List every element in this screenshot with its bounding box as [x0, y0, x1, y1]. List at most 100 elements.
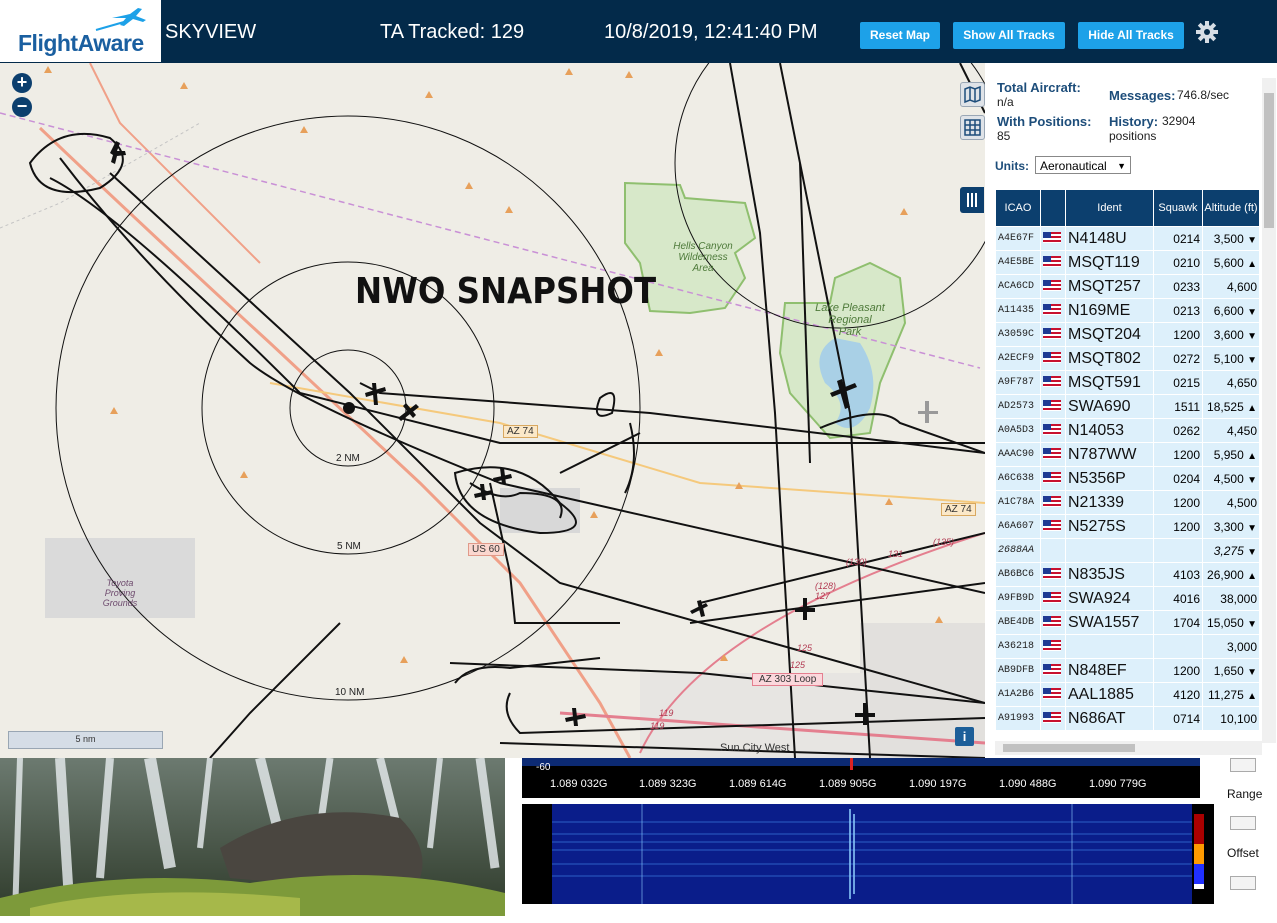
- ident-cell: [1066, 539, 1153, 562]
- gear-icon[interactable]: [1195, 20, 1219, 44]
- history-value: 32904: [1162, 114, 1196, 128]
- table-row[interactable]: A9F787 MSQT591 0215 4,650: [996, 371, 1259, 394]
- altitude-trend-icon: ▲: [1247, 258, 1257, 270]
- table-row[interactable]: A6A607 N5275S 1200 3,300 ▼: [996, 515, 1259, 538]
- icao-cell: A9F787: [996, 371, 1040, 394]
- info-icon[interactable]: i: [955, 727, 974, 746]
- wilderness-label: Hells Canyon Wilderness Area: [673, 241, 733, 274]
- map-layers-icon[interactable]: [960, 82, 985, 107]
- table-row[interactable]: A11435 N169ME 0213 6,600 ▼: [996, 299, 1259, 322]
- exit-label: (128): [815, 581, 837, 591]
- table-row[interactable]: ACA6CD MSQT257 0233 4,600: [996, 275, 1259, 298]
- squawk-cell: 1200: [1154, 443, 1202, 466]
- table-row[interactable]: AB6BC6 N835JS 4103 26,900 ▲: [996, 563, 1259, 586]
- waterfall-photo: [0, 758, 505, 916]
- route-label-az74-east: AZ 74: [941, 503, 976, 516]
- db-label: -60: [536, 762, 551, 773]
- icao-cell: 2688AA: [996, 539, 1040, 562]
- zoom-in-button[interactable]: +: [12, 73, 32, 93]
- altitude-trend-icon: ▼: [1247, 330, 1257, 342]
- table-row[interactable]: A4E5BE MSQT119 0210 5,600 ▲: [996, 251, 1259, 274]
- flag-cell: [1041, 323, 1065, 346]
- us-flag-icon: [1043, 351, 1061, 363]
- ident-cell: [1066, 635, 1153, 658]
- exit-label: 119: [659, 708, 674, 718]
- altitude-cell: 6,600 ▼: [1203, 299, 1259, 322]
- flag-cell: [1041, 299, 1065, 322]
- table-row[interactable]: A1A2B6 AAL1885 4120 11,275 ▲: [996, 683, 1259, 706]
- freq-tick-label: 1.089 614G: [729, 778, 787, 790]
- us-flag-icon: [1043, 375, 1061, 387]
- table-row[interactable]: A4E67F N4148U 0214 3,500 ▼: [996, 227, 1259, 250]
- flag-cell: [1041, 275, 1065, 298]
- altitude-cell: 4,650: [1203, 371, 1259, 394]
- icao-cell: AD2573: [996, 395, 1040, 418]
- table-row[interactable]: A9FB9D SWA924 4016 38,000: [996, 587, 1259, 610]
- table-row[interactable]: AB9DFB N848EF 1200 1,650 ▼: [996, 659, 1259, 682]
- flightaware-logo[interactable]: FlightAware: [0, 0, 161, 62]
- scrollbar-thumb[interactable]: [1264, 93, 1274, 228]
- show-all-tracks-button[interactable]: Show All Tracks: [953, 22, 1065, 49]
- hide-all-tracks-button[interactable]: Hide All Tracks: [1078, 22, 1184, 49]
- range-slider-handle[interactable]: [1230, 758, 1256, 772]
- vertical-scrollbar[interactable]: [1262, 78, 1276, 743]
- freq-tick-label: 1.089 032G: [550, 778, 608, 790]
- squawk-cell: [1154, 539, 1202, 562]
- table-row[interactable]: A1C78A N21339 1200 4,500: [996, 491, 1259, 514]
- table-row[interactable]: AD2573 SWA690 1511 18,525 ▲: [996, 395, 1259, 418]
- table-row[interactable]: ABE4DB SWA1557 1704 15,050 ▼: [996, 611, 1259, 634]
- squawk-cell: 1200: [1154, 491, 1202, 514]
- flag-cell: [1041, 419, 1065, 442]
- table-row[interactable]: A36218 3,000: [996, 635, 1259, 658]
- proving-grounds-label: Toyota Proving Grounds: [102, 578, 138, 608]
- column-header-icao[interactable]: ICAO: [996, 190, 1040, 226]
- icao-cell: A9FB9D: [996, 587, 1040, 610]
- exit-label: 131: [888, 549, 904, 559]
- us-flag-icon: [1043, 303, 1061, 315]
- column-header-altitude[interactable]: Altitude (ft): [1203, 190, 1259, 226]
- altitude-value: 18,525: [1207, 399, 1244, 414]
- freq-tick-label: 1.090 197G: [909, 778, 967, 790]
- altitude-cell: 38,000: [1203, 587, 1259, 610]
- table-header-row: ICAO Ident Squawk Altitude (ft): [996, 190, 1259, 226]
- altitude-trend-icon: ▲: [1247, 450, 1257, 462]
- freq-tick-label: 1.089 905G: [819, 778, 877, 790]
- table-row[interactable]: AAAC90 N787WW 1200 5,950 ▲: [996, 443, 1259, 466]
- altitude-value: 1,650: [1213, 663, 1244, 678]
- map-view[interactable]: NWO SNAPSHOT 2 NM 5 NM 10 NM Hells Canyo…: [0, 63, 985, 758]
- gain-slider-handle[interactable]: [1230, 876, 1256, 890]
- table-row[interactable]: A2ECF9 MSQT802 0272 5,100 ▼: [996, 347, 1259, 370]
- column-header-flag[interactable]: [1041, 190, 1065, 226]
- table-row[interactable]: A3059C MSQT204 1200 3,600 ▼: [996, 323, 1259, 346]
- table-row[interactable]: A91993 N686AT 0714 10,100: [996, 707, 1259, 730]
- us-flag-icon: [1043, 327, 1061, 339]
- ident-cell: MSQT204: [1066, 323, 1153, 346]
- horizontal-scrollbar[interactable]: [995, 741, 1262, 755]
- flag-cell: [1041, 371, 1065, 394]
- column-header-ident[interactable]: Ident: [1066, 190, 1153, 226]
- us-flag-icon: [1043, 639, 1061, 651]
- units-select[interactable]: Aeronautical ▼: [1035, 156, 1131, 174]
- altitude-trend-icon: ▼: [1247, 234, 1257, 246]
- table-row[interactable]: A0A5D3 N14053 0262 4,450: [996, 419, 1259, 442]
- columns-toggle-icon[interactable]: [960, 187, 984, 213]
- altitude-trend-icon: ▼: [1247, 306, 1257, 318]
- with-positions-label: With Positions:: [997, 114, 1092, 129]
- zoom-out-button[interactable]: −: [12, 97, 32, 117]
- grid-icon[interactable]: [960, 115, 985, 140]
- logo-wordmark: FlightAware: [18, 30, 144, 56]
- flag-cell: [1041, 251, 1065, 274]
- column-header-squawk[interactable]: Squawk: [1154, 190, 1202, 226]
- freq-tick-label: 1.090 488G: [999, 778, 1057, 790]
- ident-cell: SWA924: [1066, 587, 1153, 610]
- reset-map-button[interactable]: Reset Map: [860, 22, 940, 49]
- altitude-trend-icon: ▼: [1247, 666, 1257, 678]
- altitude-value: 4,450: [1226, 423, 1257, 438]
- table-row[interactable]: 2688AA 3,275 ▼: [996, 539, 1259, 562]
- flag-cell: [1041, 683, 1065, 706]
- scrollbar-thumb[interactable]: [1003, 744, 1135, 752]
- offset-slider-handle[interactable]: [1230, 816, 1256, 830]
- park-label: Lake Pleasant Regional Park: [815, 302, 885, 338]
- squawk-cell: 4103: [1154, 563, 1202, 586]
- table-row[interactable]: A6C638 N5356P 0204 4,500 ▼: [996, 467, 1259, 490]
